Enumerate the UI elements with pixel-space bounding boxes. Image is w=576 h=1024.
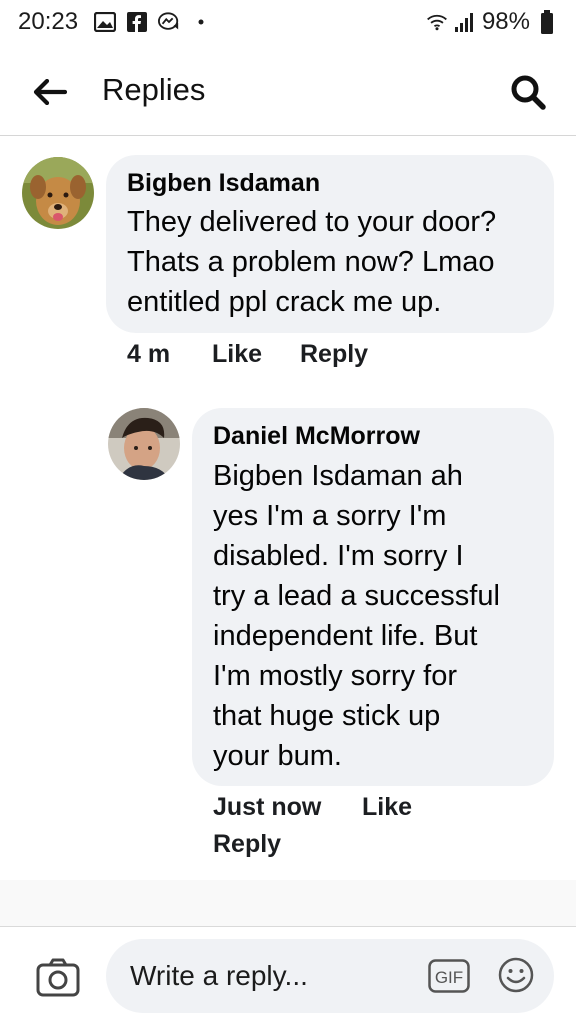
comment-line: yes I'm a sorry I'm — [213, 500, 447, 532]
reply-composer: GIF — [0, 926, 576, 1024]
page-title: Replies — [102, 72, 206, 107]
camera-icon[interactable] — [36, 957, 80, 997]
comment-time: 4 m — [127, 340, 171, 368]
wifi-icon — [426, 11, 448, 33]
signal-icon — [454, 11, 476, 33]
facebook-icon — [126, 11, 148, 33]
dot-icon — [190, 11, 212, 33]
comment-line: try a lead a successful — [213, 580, 500, 612]
gif-icon[interactable]: GIF — [428, 959, 470, 993]
comment-author[interactable]: Daniel McMorrow — [213, 422, 420, 451]
reply-button[interactable]: Reply — [300, 340, 368, 369]
battery-percent: 98% — [481, 8, 530, 35]
comment-time: Just now — [213, 793, 322, 821]
comment-text: They delivered to your door? Thats a pro… — [127, 202, 496, 322]
reply-button[interactable]: Reply — [213, 830, 281, 859]
emoji-icon[interactable] — [498, 957, 534, 993]
comment-line: that huge stick up — [213, 700, 441, 732]
comment-line: disabled. I'm sorry I — [213, 540, 464, 572]
comment-line: Bigben Isdaman ah — [213, 460, 463, 492]
comment-line: I'm mostly sorry for — [213, 660, 457, 692]
comment-author[interactable]: Bigben Isdaman — [127, 169, 320, 198]
avatar-daniel[interactable] — [108, 408, 180, 480]
comment-line: Thats a problem now? Lmao — [127, 246, 495, 278]
avatar-bigben[interactable] — [22, 157, 94, 229]
comment-line: entitled ppl crack me up. — [127, 286, 442, 318]
reply-input[interactable] — [106, 939, 554, 1013]
comment-text: Bigben Isdaman ah yes I'm a sorry I'm di… — [213, 456, 500, 776]
comment-line: They delivered to your door? — [127, 206, 497, 238]
gallery-icon — [94, 11, 117, 33]
comment-line: your bum. — [213, 740, 342, 772]
back-arrow-icon[interactable] — [30, 74, 70, 110]
comment-line: independent life. But — [213, 620, 478, 652]
messenger-icon — [158, 11, 180, 33]
status-time: 20:23 — [18, 8, 79, 35]
like-button[interactable]: Like — [362, 793, 412, 822]
header: Replies — [0, 44, 576, 136]
battery-icon — [536, 10, 558, 34]
search-icon[interactable] — [508, 72, 548, 112]
gif-label: GIF — [435, 968, 463, 987]
like-button[interactable]: Like — [212, 340, 262, 369]
feed-bottom-spacer — [0, 880, 576, 928]
status-bar: 20:23 98% — [0, 0, 576, 44]
